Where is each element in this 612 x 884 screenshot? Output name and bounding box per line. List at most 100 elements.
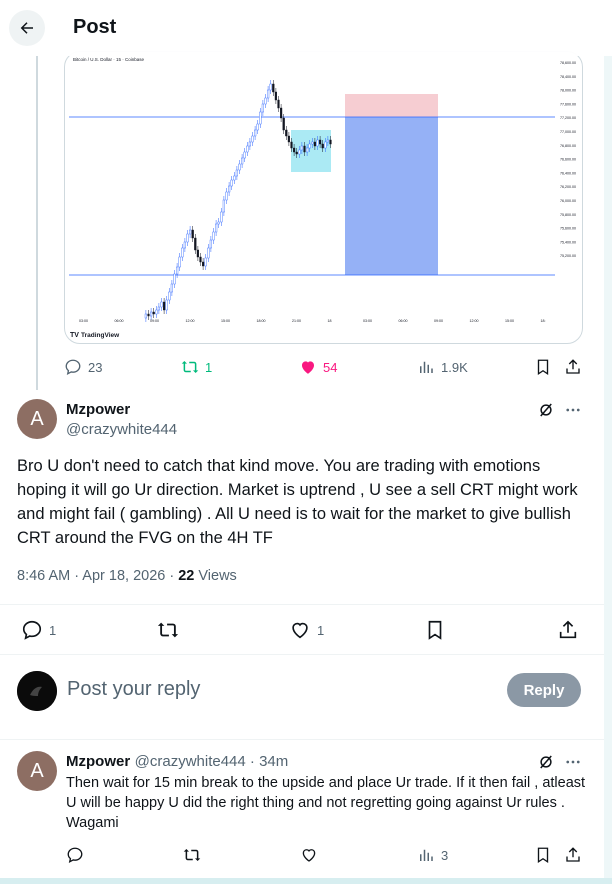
candle-body bbox=[196, 249, 199, 258]
avatar[interactable]: A bbox=[17, 751, 57, 791]
x-tick-label: 09:00 bbox=[434, 319, 443, 323]
share-icon bbox=[566, 847, 580, 862]
candle-body bbox=[318, 139, 322, 145]
author-name[interactable]: Mzpower bbox=[66, 401, 130, 418]
like-action[interactable]: 1 bbox=[289, 619, 324, 641]
candle-body bbox=[261, 103, 264, 113]
candle-body bbox=[256, 123, 259, 131]
y-tick-label: 76,000.00 bbox=[560, 199, 576, 203]
bookmark-button[interactable] bbox=[424, 619, 446, 641]
heart-icon bbox=[292, 622, 308, 639]
author-handle[interactable]: @crazywhite444 bbox=[66, 421, 177, 438]
window-edge bbox=[604, 0, 612, 884]
candle-body bbox=[246, 145, 249, 153]
candle-body bbox=[311, 141, 314, 145]
x-tick-label: 09:00 bbox=[150, 319, 159, 323]
views-action[interactable]: 1.9K bbox=[417, 358, 468, 376]
divider bbox=[0, 604, 612, 605]
reply-text: Then wait for 15 min break to the upside… bbox=[66, 775, 586, 831]
y-tick-label: 78,000.00 bbox=[560, 89, 576, 93]
reply-author-line: Mzpower @crazywhite444 · 34m bbox=[66, 753, 288, 771]
repost-action[interactable] bbox=[183, 846, 201, 864]
arrow-left-icon bbox=[20, 22, 33, 34]
y-tick-label: 75,800.00 bbox=[560, 213, 576, 217]
views-count: 3 bbox=[441, 847, 449, 863]
x-tick-label: 06:00 bbox=[399, 319, 408, 323]
x-tick-label: 12:00 bbox=[186, 319, 195, 323]
candle-body bbox=[292, 147, 296, 153]
candle-body bbox=[272, 83, 275, 93]
candle-body bbox=[287, 135, 290, 143]
candle-body bbox=[308, 143, 311, 149]
thread-connector-line bbox=[36, 56, 38, 390]
reply-input[interactable]: Post your reply bbox=[67, 678, 200, 701]
candle-body bbox=[227, 185, 231, 193]
y-tick-label: 75,600.00 bbox=[560, 227, 576, 231]
candle-body bbox=[316, 139, 319, 147]
bookmark-button[interactable] bbox=[534, 358, 552, 376]
y-tick-label: 78,600.00 bbox=[560, 61, 576, 65]
reply-action[interactable] bbox=[66, 846, 84, 864]
share-button[interactable] bbox=[564, 846, 582, 864]
reply-action[interactable]: 1 bbox=[21, 619, 56, 641]
candle-body bbox=[313, 141, 316, 147]
candle-body bbox=[233, 175, 236, 181]
back-button[interactable] bbox=[9, 10, 45, 46]
bookmark-button[interactable] bbox=[534, 846, 552, 864]
repost-action[interactable]: 1 bbox=[181, 358, 212, 376]
candle-body bbox=[290, 141, 293, 149]
stop-loss-zone bbox=[345, 117, 438, 275]
candle-body bbox=[162, 301, 166, 311]
like-action[interactable] bbox=[300, 846, 318, 864]
candle-body bbox=[324, 141, 327, 149]
reply-count: 23 bbox=[88, 359, 103, 375]
grok-icon bbox=[540, 755, 552, 769]
take-profit-zone bbox=[345, 94, 438, 117]
y-tick-label: 76,400.00 bbox=[560, 171, 576, 175]
reply-button[interactable]: Reply bbox=[507, 673, 581, 707]
post-views-label: Views bbox=[194, 568, 237, 584]
fvg-box bbox=[291, 130, 331, 172]
reply-author-name[interactable]: Mzpower bbox=[66, 753, 130, 770]
candle-body bbox=[175, 266, 179, 275]
views-count: 1.9K bbox=[441, 359, 468, 375]
share-button[interactable] bbox=[564, 358, 582, 376]
user-avatar[interactable] bbox=[17, 671, 57, 711]
y-tick-label: 77,200.00 bbox=[560, 116, 576, 120]
x-tick-label: 21:00 bbox=[292, 319, 301, 323]
avatar[interactable]: A bbox=[17, 399, 57, 439]
grok-button[interactable] bbox=[537, 401, 555, 424]
candle-body bbox=[274, 91, 277, 101]
reply-author-handle[interactable]: @crazywhite444 · 34m bbox=[135, 753, 289, 770]
repost-action[interactable] bbox=[157, 619, 179, 641]
candle-body bbox=[204, 257, 207, 267]
y-tick-label: 75,200.00 bbox=[560, 254, 576, 258]
window-bottom-edge bbox=[0, 878, 612, 884]
like-action[interactable]: 54 bbox=[299, 358, 337, 376]
candle-body bbox=[277, 99, 280, 109]
candle-body bbox=[149, 311, 153, 317]
candle-body bbox=[207, 247, 210, 259]
more-horizontal-icon bbox=[566, 760, 580, 764]
candle-body bbox=[170, 283, 173, 293]
candle-body bbox=[305, 147, 309, 153]
chart-image[interactable]: Bitcoin / U.S. Dollar · 15 · Coinbase 78… bbox=[64, 51, 583, 344]
candle-body bbox=[194, 237, 197, 251]
post-timestamp[interactable]: 8:46 AM · Apr 18, 2026 · bbox=[17, 568, 178, 584]
reply-action[interactable]: 23 bbox=[64, 358, 102, 376]
candle-body bbox=[212, 231, 215, 241]
share-button[interactable] bbox=[557, 619, 579, 641]
y-tick-label: 78,400.00 bbox=[560, 75, 576, 79]
candle-body bbox=[259, 111, 262, 125]
views-action[interactable]: 3 bbox=[417, 846, 448, 864]
candle-body bbox=[201, 261, 205, 267]
analytics-icon bbox=[420, 849, 433, 861]
reply-icon bbox=[65, 359, 81, 376]
heart-filled-icon bbox=[302, 361, 314, 374]
x-tick-label: 03:00 bbox=[79, 319, 88, 323]
candle-body bbox=[238, 163, 241, 171]
candle-body bbox=[295, 151, 298, 155]
more-options-button[interactable] bbox=[564, 401, 582, 424]
page-title: Post bbox=[73, 16, 117, 38]
candle-body bbox=[230, 179, 233, 187]
